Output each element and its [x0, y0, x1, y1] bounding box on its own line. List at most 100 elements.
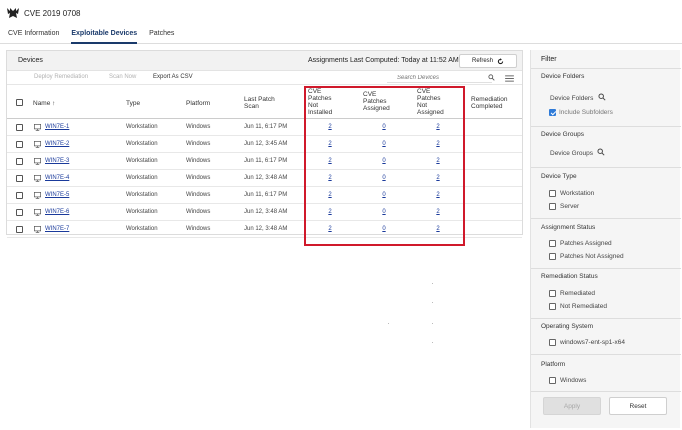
device-groups-search-icon[interactable]	[597, 148, 605, 156]
remediated-label: Remediated	[560, 290, 596, 297]
os-windows7-label: windows7-ent-sp1-x64	[560, 339, 626, 346]
section-divider	[531, 68, 681, 69]
col-platform-header[interactable]: Platform	[186, 100, 210, 107]
device-name-link[interactable]: WIN7E-7	[45, 226, 69, 232]
include-subfolders-label: Include Subfolders	[559, 109, 613, 116]
device-platform: Windows	[186, 158, 211, 164]
device-folders-search-icon[interactable]	[598, 93, 606, 101]
patches-not-assigned-label: Patches Not Assigned	[560, 253, 624, 260]
section-divider	[531, 167, 681, 168]
patches-assigned-label: Patches Assigned	[560, 240, 612, 247]
device-name-link[interactable]: WIN7E-2	[45, 141, 69, 147]
device-type: Workstation	[126, 158, 158, 164]
device-platform: Windows	[186, 192, 211, 198]
not-remediated-label: Not Remediated	[560, 303, 607, 310]
refresh-button[interactable]: Refresh	[459, 54, 517, 68]
workstation-icon	[34, 209, 41, 216]
row-checkbox[interactable]	[16, 209, 23, 216]
device-name-link[interactable]: WIN7E-1	[45, 124, 69, 130]
row-checkbox[interactable]	[16, 158, 23, 165]
filter-panel: Filter Device Folders Device Folders Inc…	[530, 50, 681, 428]
last-patch-scan: Jun 11, 6:17 PM	[244, 192, 288, 198]
workstation-checkbox[interactable]	[549, 190, 556, 197]
patches-not-assigned-checkbox[interactable]	[549, 253, 556, 260]
device-folders-button[interactable]: Device Folders	[550, 95, 593, 102]
device-folders-title: Device Folders	[541, 73, 585, 80]
filter-title: Filter	[541, 56, 557, 63]
platform-windows-label: Windows	[560, 377, 587, 384]
col-remediation-header[interactable]: Remediation Completed	[471, 96, 508, 110]
page-title: CVE 2019 0708	[24, 8, 81, 18]
devices-header: Devices Assignments Last Computed: Today…	[7, 51, 522, 71]
platform-title: Platform	[541, 361, 566, 368]
include-subfolders-checkbox[interactable]	[549, 109, 556, 116]
device-name-link[interactable]: WIN7E-5	[45, 192, 69, 198]
col-remediation-line2: Completed	[471, 103, 503, 110]
os-windows7-checkbox[interactable]	[549, 339, 556, 346]
assignment-status-title: Assignment Status	[541, 224, 596, 231]
platform-windows-checkbox[interactable]	[549, 377, 556, 384]
workstation-icon	[34, 124, 41, 131]
app-header: CVE 2019 0708	[0, 0, 682, 26]
device-name-link[interactable]: WIN7E-6	[45, 209, 69, 215]
deploy-remediation-button[interactable]: Deploy Remediation	[34, 74, 88, 80]
remediation-status-title: Remediation Status	[541, 273, 598, 280]
tab-cve-information[interactable]: CVE Information	[8, 26, 59, 44]
device-platform: Windows	[186, 226, 211, 232]
devices-title: Devices	[18, 57, 43, 64]
last-patch-scan: Jun 11, 6:17 PM	[244, 124, 288, 130]
device-type: Workstation	[126, 226, 158, 232]
section-divider	[531, 126, 681, 127]
workstation-icon	[34, 158, 41, 165]
scan-now-button[interactable]: Scan Now	[109, 74, 136, 80]
row-checkbox[interactable]	[16, 175, 23, 182]
artifact-dot	[432, 283, 433, 284]
logo-icon	[7, 8, 19, 18]
tab-patches[interactable]: Patches	[149, 26, 174, 44]
devices-toolbar: Deploy Remediation Scan Now Export As CS…	[7, 71, 522, 85]
tab-exploitable-devices[interactable]: Exploitable Devices	[71, 26, 138, 44]
row-checkbox[interactable]	[16, 124, 23, 131]
not-remediated-checkbox[interactable]	[549, 303, 556, 310]
select-all-checkbox[interactable]	[16, 99, 23, 106]
device-groups-title: Device Groups	[541, 131, 584, 138]
remediated-checkbox[interactable]	[549, 290, 556, 297]
col-last-scan-header[interactable]: Last Patch Scan	[244, 96, 275, 110]
operating-system-title: Operating System	[541, 323, 594, 330]
patches-assigned-checkbox[interactable]	[549, 240, 556, 247]
workstation-icon	[34, 175, 41, 182]
apply-button[interactable]: Apply	[543, 397, 601, 415]
device-type: Workstation	[126, 124, 158, 130]
col-remediation-line1: Remediation	[471, 96, 508, 103]
search-devices-input[interactable]	[387, 73, 492, 83]
artifact-dot	[432, 302, 433, 303]
last-patch-scan: Jun 12, 3:48 AM	[244, 209, 288, 215]
tab-bar: CVE Information Exploitable Devices Patc…	[0, 26, 682, 44]
last-patch-scan: Jun 11, 6:17 PM	[244, 158, 288, 164]
row-checkbox[interactable]	[16, 192, 23, 199]
section-divider	[531, 268, 681, 269]
device-groups-button[interactable]: Device Groups	[550, 150, 593, 157]
assignments-computed-label: Assignments Last Computed: Today at 11:5…	[308, 57, 459, 64]
artifact-dot	[432, 342, 433, 343]
device-name-link[interactable]: WIN7E-3	[45, 158, 69, 164]
row-checkbox[interactable]	[16, 226, 23, 233]
search-icon[interactable]	[488, 74, 495, 81]
reset-button[interactable]: Reset	[609, 397, 667, 415]
device-platform: Windows	[186, 175, 211, 181]
row-checkbox[interactable]	[16, 141, 23, 148]
device-type: Workstation	[126, 141, 158, 147]
col-type-header[interactable]: Type	[126, 100, 140, 107]
col-name-header[interactable]: Name ↑	[33, 100, 55, 107]
device-name-link[interactable]: WIN7E-4	[45, 175, 69, 181]
refresh-icon	[497, 57, 504, 64]
section-divider	[531, 318, 681, 319]
last-patch-scan: Jun 12, 3:45 AM	[244, 141, 288, 147]
workstation-icon	[34, 192, 41, 199]
server-label: Server	[560, 203, 580, 210]
column-menu-icon[interactable]	[505, 75, 514, 82]
server-checkbox[interactable]	[549, 203, 556, 210]
artifact-dot	[432, 323, 433, 324]
last-patch-scan: Jun 12, 3:48 AM	[244, 175, 288, 181]
export-csv-button[interactable]: Export As CSV	[153, 74, 193, 80]
